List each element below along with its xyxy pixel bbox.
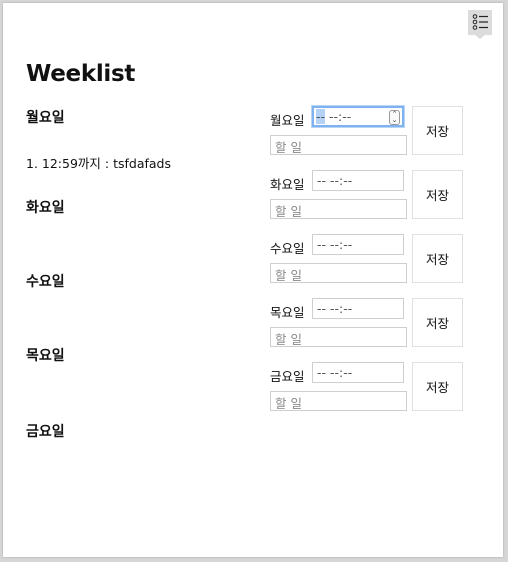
task-input[interactable]: 할 일 bbox=[270, 135, 407, 155]
time-input[interactable]: -- --:-- bbox=[312, 362, 404, 383]
page-title: Weeklist bbox=[26, 61, 136, 87]
save-button[interactable]: 저장 bbox=[412, 170, 463, 219]
time-value: -- --:-- bbox=[317, 237, 353, 252]
time-input[interactable]: -- --:-- ⌃ ⌄ bbox=[312, 106, 404, 127]
add-form-friday: 금요일 -- --:-- 할 일 저장 bbox=[270, 362, 463, 412]
save-button[interactable]: 저장 bbox=[412, 106, 463, 155]
add-form-thursday: 목요일 -- --:-- 할 일 저장 bbox=[270, 298, 463, 348]
day-heading-thursday: 목요일 bbox=[26, 348, 65, 364]
day-heading-friday: 금요일 bbox=[26, 424, 65, 440]
save-button[interactable]: 저장 bbox=[412, 234, 463, 283]
time-rest: --:-- bbox=[325, 109, 352, 124]
time-value: -- --:-- bbox=[317, 301, 353, 316]
time-stepper[interactable]: ⌃ ⌄ bbox=[389, 110, 400, 125]
save-button[interactable]: 저장 bbox=[412, 298, 463, 347]
popup-window: Weeklist 월요일 1. 12:59까지 : tsfdafads 화요일 … bbox=[3, 3, 503, 557]
list-item: 1. 12:59까지 : tsfdafads bbox=[26, 156, 171, 171]
form-label: 금요일 bbox=[270, 369, 305, 384]
task-input[interactable]: 할 일 bbox=[270, 391, 407, 411]
day-heading-monday: 월요일 bbox=[26, 110, 65, 126]
add-form-tuesday: 화요일 -- --:-- 할 일 저장 bbox=[270, 170, 463, 220]
time-hour-segment[interactable]: -- bbox=[316, 109, 326, 124]
day-heading-wednesday: 수요일 bbox=[26, 274, 65, 290]
task-input[interactable]: 할 일 bbox=[270, 327, 407, 347]
time-value: -- --:-- bbox=[317, 173, 353, 188]
save-button[interactable]: 저장 bbox=[412, 362, 463, 411]
time-input[interactable]: -- --:-- bbox=[312, 298, 404, 319]
add-form-wednesday: 수요일 -- --:-- 할 일 저장 bbox=[270, 234, 463, 284]
add-form-monday: 월요일 -- --:-- ⌃ ⌄ 할 일 저장 bbox=[270, 106, 463, 156]
time-input[interactable]: -- --:-- bbox=[312, 234, 404, 255]
time-input[interactable]: -- --:-- bbox=[312, 170, 404, 191]
checklist-icon[interactable] bbox=[468, 10, 492, 39]
task-input[interactable]: 할 일 bbox=[270, 199, 407, 219]
task-input[interactable]: 할 일 bbox=[270, 263, 407, 283]
time-value: -- --:-- bbox=[317, 365, 353, 380]
day-heading-tuesday: 화요일 bbox=[26, 200, 65, 216]
form-label: 화요일 bbox=[270, 177, 305, 192]
form-label: 월요일 bbox=[270, 113, 305, 128]
form-label: 목요일 bbox=[270, 305, 305, 320]
form-label: 수요일 bbox=[270, 241, 305, 256]
